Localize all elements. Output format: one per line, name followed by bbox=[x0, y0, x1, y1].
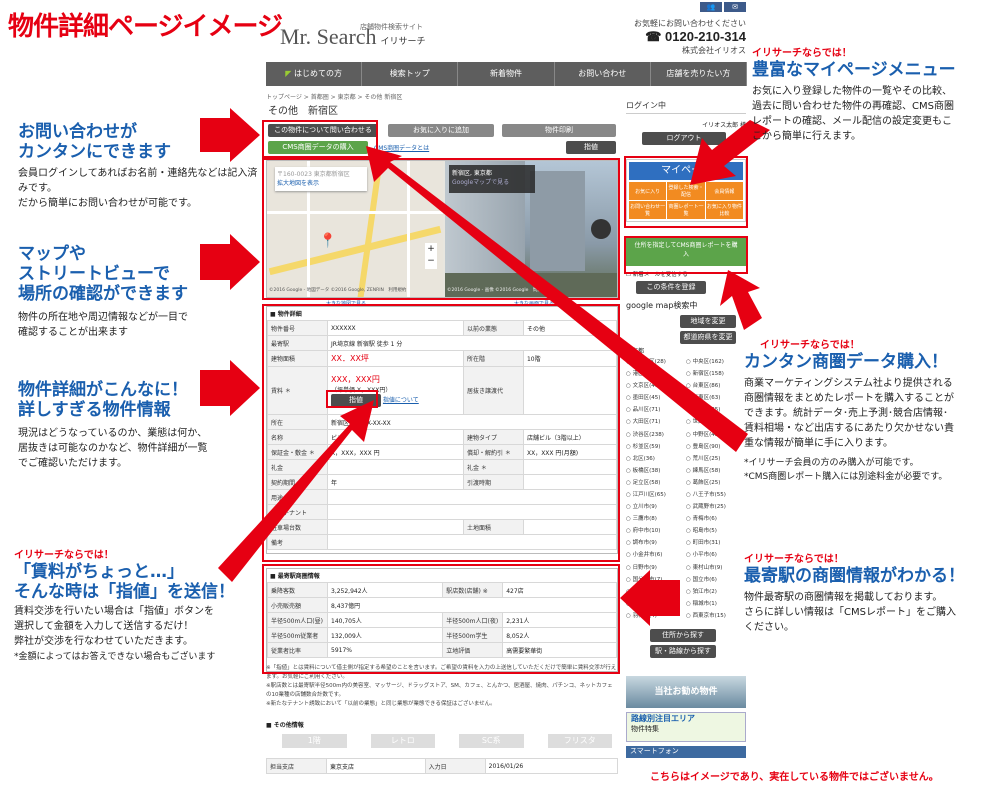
callout-sashine-kicker: イリサーチならでは！ bbox=[14, 550, 114, 561]
callout-cms-note2: *CMS商圏レポート購入には別途料金が必要です。 bbox=[744, 472, 948, 482]
callout-cms-kicker: イリサーチならでは！ bbox=[760, 340, 860, 351]
callout-inquiry-title: お問い合わせが カンタンにできます bbox=[18, 122, 171, 162]
callout-details-body: 現況はどうなっているのか、業態は何か、 居抜きは可能なのかなど、物件詳細が一覧 … bbox=[18, 428, 208, 469]
callout-map-title: マップや ストリートビューで 場所の確認ができます bbox=[18, 244, 188, 304]
arrow-upright-icon bbox=[218, 400, 374, 582]
callout-inquiry-body: 会員ログインしてあればお名前・連絡先などは記入済みです。 だから簡単にお問い合わ… bbox=[18, 168, 258, 209]
arrow-up-icon bbox=[720, 270, 762, 330]
callout-sashine-body: 賃料交渉を行いたい場合は「指値」ボタンを 選択して金額を入力して送信するだけ！ … bbox=[14, 606, 214, 647]
callout-trade-kicker: イリサーチならでは！ bbox=[744, 554, 844, 565]
arrow-left-icon bbox=[620, 570, 680, 626]
arrow-long-icon bbox=[366, 146, 748, 452]
arrow-right-icon bbox=[200, 234, 260, 290]
callout-details-title: 物件詳細がこんなに！ 詳しすぎる物件情報 bbox=[18, 380, 188, 420]
callout-cms-note1: *イリサーチ会員の方のみ購入が可能です。 bbox=[744, 458, 919, 468]
callout-mypage-title: 豊富なマイページメニュー bbox=[752, 60, 956, 80]
callout-mypage-kicker: イリサーチならでは！ bbox=[752, 48, 852, 59]
arrow-right-icon bbox=[200, 108, 260, 162]
callout-cms-body: 商業マーケティングシステム社より提供される 商圏情報をまとめたレポートを購入する… bbox=[744, 378, 954, 449]
callout-mypage-body: お気に入り登録した物件の一覧やその比較、 過去に問い合わせた物件の再確認、CMS… bbox=[752, 86, 954, 142]
callout-sashine-title: 「賃料がちょっと…」 そんな時は「指値」を送信！ bbox=[14, 562, 235, 602]
callout-trade-body: 物件最寄駅の商圏情報を掲載しております。 さらに詳しい情報は「CMSレポート」を… bbox=[744, 592, 956, 633]
disclaimer: こちらはイメージであり、実在している物件ではございません。 bbox=[650, 772, 939, 783]
callout-map-body: 物件の所在地や周辺情報などが一目で 確認することが出来ます bbox=[18, 312, 188, 338]
arrow-right-icon bbox=[200, 360, 260, 416]
callout-sashine-note: *金額によってはお答えできない場合もございます bbox=[14, 652, 216, 662]
callout-trade-title: 最寄駅の商圏情報がわかる！ bbox=[744, 566, 965, 586]
callout-cms-title: カンタン商圏データ購入！ bbox=[744, 352, 948, 372]
